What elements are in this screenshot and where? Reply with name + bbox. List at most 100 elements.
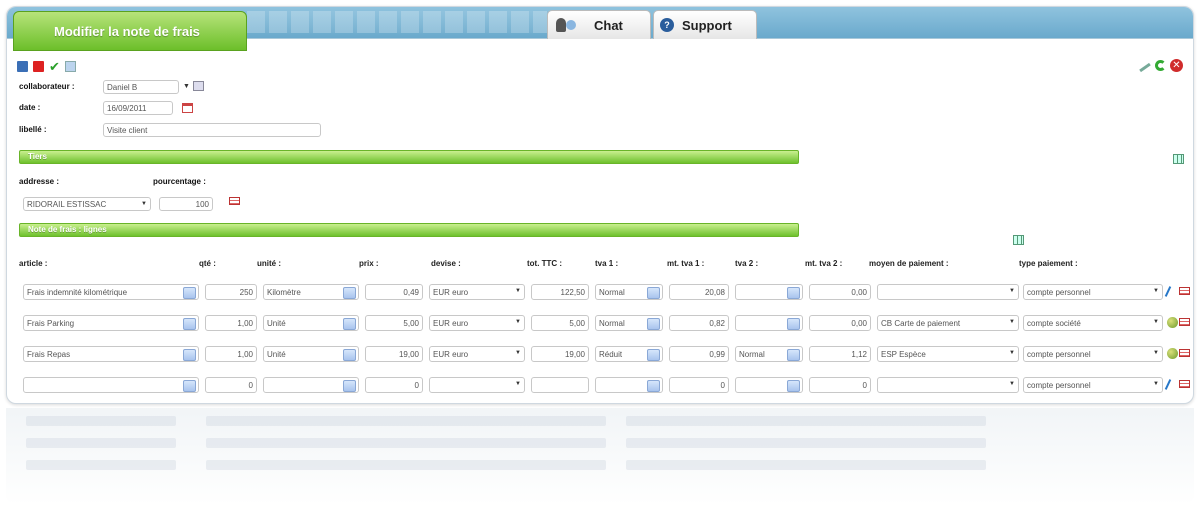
- date-field[interactable]: 16/09/2011: [103, 101, 173, 115]
- header-ttc: tot. TTC :: [527, 259, 563, 268]
- article-select[interactable]: Frais indemnité kilométrique: [23, 284, 199, 300]
- article-select[interactable]: [23, 377, 199, 393]
- tva2-select[interactable]: [735, 284, 803, 300]
- qte-field[interactable]: 250: [205, 284, 257, 300]
- mt2-field[interactable]: 0,00: [809, 315, 871, 331]
- prix-field[interactable]: 0,49: [365, 284, 423, 300]
- remove-tiers-icon[interactable]: [229, 197, 240, 205]
- unite-select[interactable]: [263, 377, 359, 393]
- devise-select[interactable]: [429, 377, 525, 393]
- remove-line-icon[interactable]: [1179, 287, 1190, 295]
- pourcentage-field[interactable]: 100: [159, 197, 213, 211]
- unite-select[interactable]: Kilomètre: [263, 284, 359, 300]
- ttc-field[interactable]: 122,50: [531, 284, 589, 300]
- action-toolbar: ✔: [17, 60, 76, 73]
- moyen-select[interactable]: ESP Espèce: [877, 346, 1019, 362]
- qte-field[interactable]: 1,00: [205, 315, 257, 331]
- type-value: compte personnel: [1027, 381, 1091, 390]
- tva1-select[interactable]: Normal: [595, 284, 663, 300]
- close-icon[interactable]: ✕: [1170, 59, 1183, 72]
- devise-select[interactable]: EUR euro: [429, 315, 525, 331]
- qte-value: 250: [239, 288, 253, 297]
- type-select[interactable]: compte société: [1023, 315, 1163, 331]
- globe-icon[interactable]: [1167, 317, 1178, 328]
- prix-field[interactable]: 0: [365, 377, 423, 393]
- type-select[interactable]: compte personnel: [1023, 284, 1163, 300]
- remove-line-icon[interactable]: [1179, 380, 1190, 388]
- mt1-field[interactable]: 0,82: [669, 315, 729, 331]
- header-qte: qté :: [199, 259, 216, 268]
- qte-field[interactable]: 0: [205, 377, 257, 393]
- tva2-select[interactable]: [735, 315, 803, 331]
- moyen-select[interactable]: CB Carte de paiement: [877, 315, 1019, 331]
- tva2-select[interactable]: Normal: [735, 346, 803, 362]
- ttc-field[interactable]: [531, 377, 589, 393]
- mt1-field[interactable]: 0,99: [669, 346, 729, 362]
- moyen-select[interactable]: [877, 377, 1019, 393]
- unite-select[interactable]: Unité: [263, 346, 359, 362]
- remove-line-icon[interactable]: [1179, 318, 1190, 326]
- add-line-grid-icon[interactable]: [1013, 235, 1024, 245]
- article-value: Frais indemnité kilométrique: [27, 288, 128, 297]
- article-select[interactable]: Frais Repas: [23, 346, 199, 362]
- date-label: date :: [19, 103, 41, 112]
- mt1-field[interactable]: 0: [669, 377, 729, 393]
- form-content: ✔ ✕ collaborateur : Daniel B ▼ date : 16…: [7, 51, 1193, 403]
- mt2-value: 0,00: [851, 288, 867, 297]
- tva1-value: Réduit: [599, 350, 623, 359]
- edit-icon[interactable]: [1139, 62, 1151, 73]
- save-icon[interactable]: [17, 61, 28, 72]
- article-select[interactable]: Frais Parking: [23, 315, 199, 331]
- tva2-value: Normal: [739, 350, 765, 359]
- mt1-value: 20,08: [704, 288, 725, 297]
- collaborateur-select[interactable]: Daniel B: [103, 80, 179, 94]
- chevron-down-icon[interactable]: ▼: [183, 83, 190, 90]
- tva1-select[interactable]: Réduit: [595, 346, 663, 362]
- user-card-icon[interactable]: [193, 81, 204, 91]
- mt1-field[interactable]: 20,08: [669, 284, 729, 300]
- remove-line-icon[interactable]: [1179, 349, 1190, 357]
- mt2-field[interactable]: 0,00: [809, 284, 871, 300]
- validate-check-icon[interactable]: ✔: [49, 60, 60, 73]
- adresse-select[interactable]: RIDORAIL ESTISSAC: [23, 197, 151, 211]
- mt2-field[interactable]: 1,12: [809, 346, 871, 362]
- ttc-field[interactable]: 19,00: [531, 346, 589, 362]
- unite-value: Unité: [267, 319, 286, 328]
- article-value: Frais Repas: [27, 350, 71, 359]
- ttc-field[interactable]: 5,00: [531, 315, 589, 331]
- globe-icon[interactable]: [1167, 348, 1178, 359]
- qte-value: 1,00: [237, 319, 253, 328]
- delete-icon[interactable]: [33, 61, 44, 72]
- type-select[interactable]: compte personnel: [1023, 346, 1163, 362]
- mt1-value: 0,99: [709, 350, 725, 359]
- pencil-icon[interactable]: [1164, 286, 1172, 297]
- pencil-icon[interactable]: [1164, 379, 1172, 390]
- devise-select[interactable]: EUR euro: [429, 346, 525, 362]
- unite-value: Kilomètre: [267, 288, 301, 297]
- adresse-value: RIDORAIL ESTISSAC: [27, 200, 107, 209]
- prix-field[interactable]: 19,00: [365, 346, 423, 362]
- unite-select[interactable]: Unité: [263, 315, 359, 331]
- type-select[interactable]: compte personnel: [1023, 377, 1163, 393]
- refresh-icon[interactable]: [1155, 60, 1166, 71]
- prix-field[interactable]: 5,00: [365, 315, 423, 331]
- chat-people-icon: [554, 17, 580, 33]
- tva1-select[interactable]: Normal: [595, 315, 663, 331]
- moyen-select[interactable]: [877, 284, 1019, 300]
- tab-chat[interactable]: Chat: [547, 10, 651, 39]
- libelle-field[interactable]: Visite client: [103, 123, 321, 137]
- calendar-icon[interactable]: [182, 103, 193, 113]
- ttc-value: 19,00: [564, 350, 585, 359]
- tiers-section-title: Tiers: [28, 152, 47, 161]
- grid-view-icon[interactable]: [1173, 154, 1184, 164]
- type-value: compte société: [1027, 319, 1081, 328]
- pourcentage-label: pourcentage :: [153, 177, 206, 186]
- mt2-field[interactable]: 0: [809, 377, 871, 393]
- header-moyen: moyen de paiement :: [869, 259, 949, 268]
- qte-field[interactable]: 1,00: [205, 346, 257, 362]
- devise-select[interactable]: EUR euro: [429, 284, 525, 300]
- tab-support[interactable]: ? Support: [653, 10, 757, 39]
- tva2-select[interactable]: [735, 377, 803, 393]
- copy-icon[interactable]: [64, 61, 76, 72]
- tva1-select[interactable]: [595, 377, 663, 393]
